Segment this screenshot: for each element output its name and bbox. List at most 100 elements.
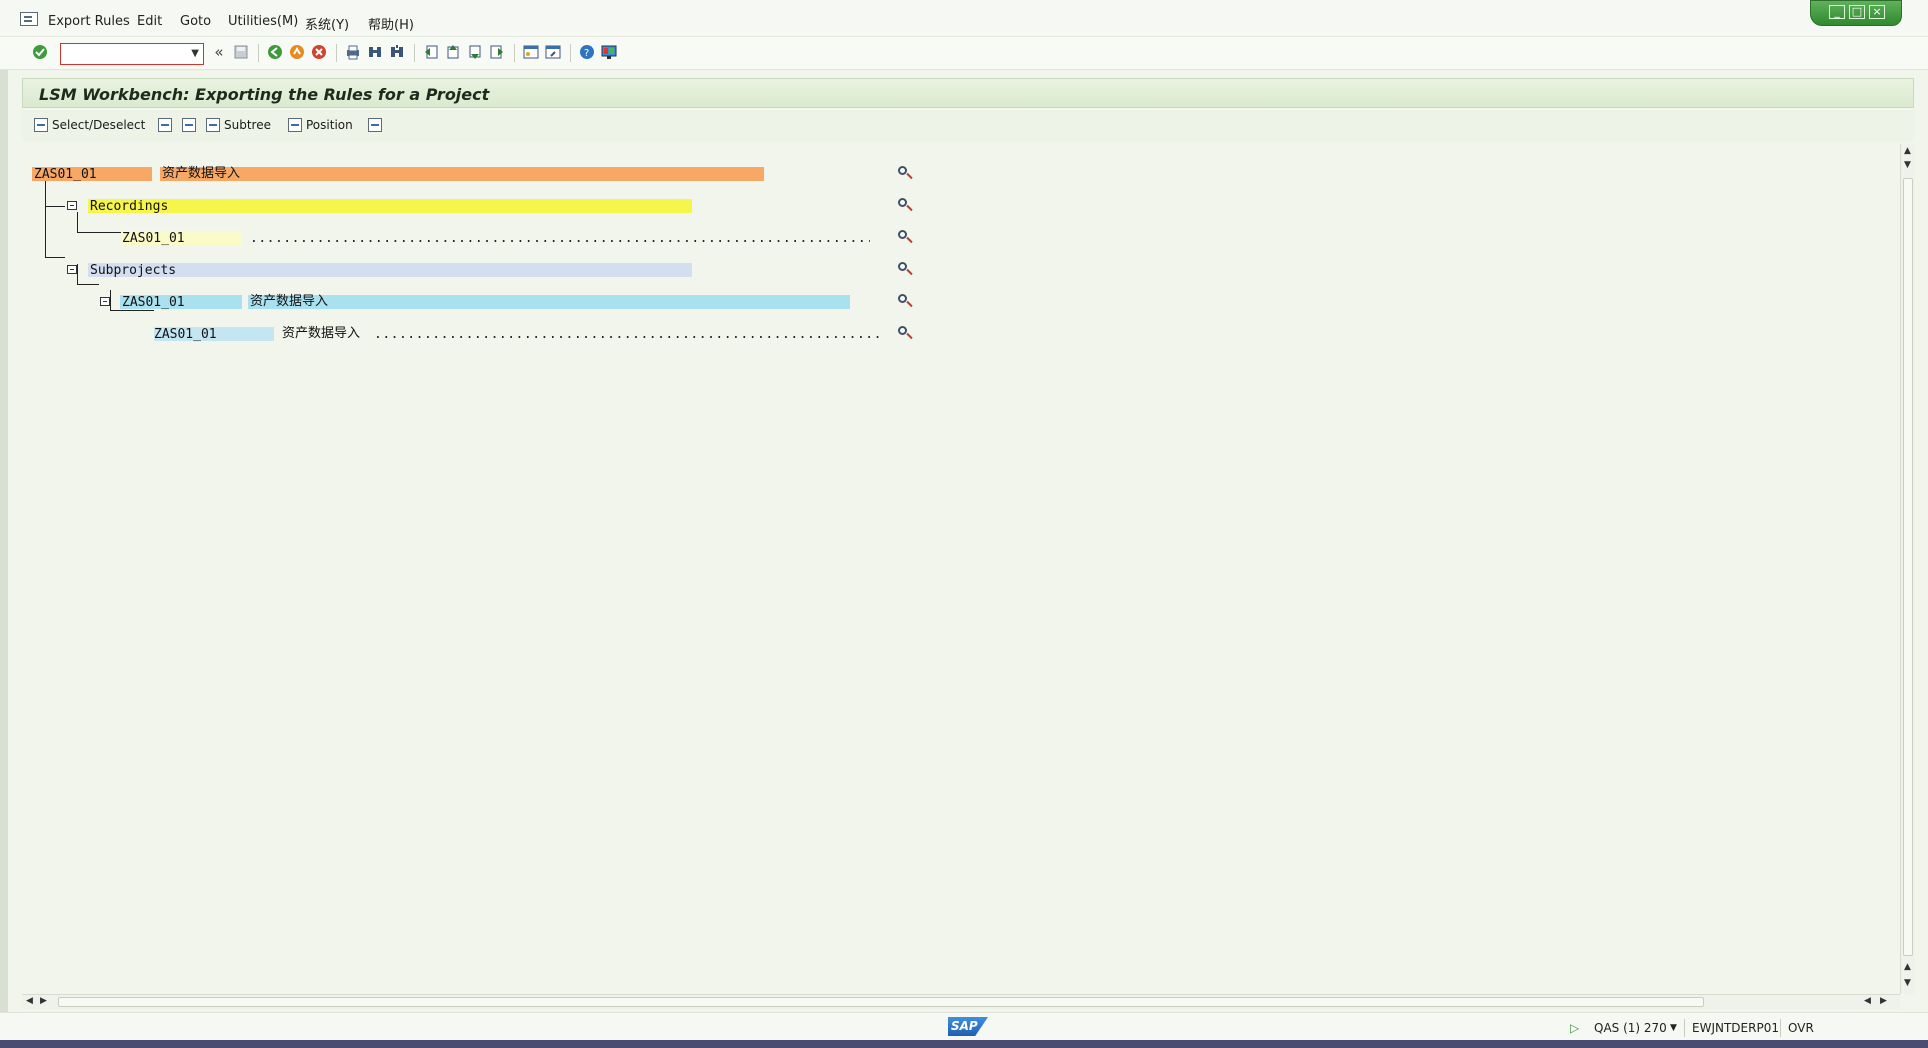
menu-edit[interactable]: Edit <box>137 14 162 29</box>
tree-connector <box>77 232 121 233</box>
recording-code: ZAS01_01 <box>122 231 185 246</box>
tree-connector <box>77 284 99 285</box>
tree-connector <box>77 212 78 232</box>
leader-dots: ........................................… <box>374 327 884 342</box>
server-name: EWJNTDERP01 <box>1692 1021 1779 1035</box>
collapse-all-button[interactable] <box>182 118 196 132</box>
tree-connector <box>77 264 78 284</box>
horizontal-scrollbar[interactable]: ◀ ▶ ◀ ▶ <box>22 994 1900 1009</box>
find-icon[interactable] <box>366 43 384 61</box>
detail-icon[interactable] <box>898 198 914 214</box>
menu-help[interactable]: 帮助(H) <box>368 14 414 33</box>
expand-all-button[interactable] <box>158 118 172 132</box>
taskbar-strip <box>0 1040 1928 1048</box>
tree-connector <box>45 180 46 257</box>
system-info: QAS (1) 270 <box>1594 1021 1667 1035</box>
scroll-left-icon[interactable]: ◀ <box>1864 996 1871 1006</box>
tree-connector <box>45 257 65 258</box>
minimize-icon[interactable]: _ <box>1829 5 1845 19</box>
scroll-up-icon[interactable]: ▼ <box>1904 160 1911 170</box>
maximize-icon[interactable]: □ <box>1849 5 1865 19</box>
status-separator <box>1780 1019 1781 1037</box>
collapse-all-icon <box>182 118 196 132</box>
scroll-up-icon[interactable]: ▲ <box>1904 962 1911 972</box>
toolbar-separator <box>514 44 515 62</box>
enter-icon[interactable] <box>31 43 49 61</box>
detail-icon[interactable] <box>898 262 914 278</box>
menu-export-rules[interactable]: Export Rules <box>48 14 130 29</box>
status-separator <box>1684 1019 1685 1037</box>
detail-icon[interactable] <box>898 294 914 310</box>
subproject-code: ZAS01_01 <box>122 295 185 310</box>
menu-bar: Export Rules Edit Goto Utilities(M) 系统(Y… <box>0 0 1928 37</box>
create-shortcut-icon[interactable] <box>544 43 562 61</box>
select-icon <box>34 118 48 132</box>
export-button[interactable] <box>368 118 382 132</box>
toolbar-separator <box>570 44 571 62</box>
chevron-down-icon[interactable]: ▼ <box>1670 1023 1677 1033</box>
customize-layout-icon[interactable] <box>600 43 618 61</box>
chevron-down-icon[interactable]: ▼ <box>191 48 199 59</box>
subtree-label: Subtree <box>224 118 271 132</box>
first-page-icon[interactable] <box>422 43 440 61</box>
vertical-scrollbar[interactable]: ▲ ▼ ▲ ▼ <box>1900 144 1915 994</box>
position-button[interactable]: Position <box>288 118 353 132</box>
system-toolbar: ▼ « ? <box>0 37 1928 70</box>
close-icon[interactable]: × <box>1869 5 1885 19</box>
recordings-label: Recordings <box>90 199 169 214</box>
horizontal-scroll-thumb[interactable] <box>58 997 1704 1007</box>
vertical-scroll-thumb[interactable] <box>1903 178 1913 956</box>
subprojects-label: Subprojects <box>90 263 177 278</box>
last-page-icon[interactable] <box>488 43 506 61</box>
help-icon[interactable]: ? <box>578 43 596 61</box>
scroll-right-icon[interactable]: ▶ <box>40 996 47 1006</box>
back-icon[interactable] <box>266 43 284 61</box>
new-session-icon[interactable] <box>522 43 540 61</box>
project-desc-highlight <box>160 167 764 181</box>
detail-icon[interactable] <box>898 230 914 246</box>
select-deselect-label: Select/Deselect <box>52 118 146 132</box>
application-toolbar: Select/Deselect Subtree Position <box>22 110 1914 143</box>
subproject-desc-highlight <box>248 295 850 309</box>
collapse-icon[interactable] <box>67 201 77 210</box>
position-label: Position <box>306 118 353 132</box>
status-bar: SAP ▷ QAS (1) 270 ▼ EWJNTDERP01 OVR <box>0 1012 1928 1041</box>
page-title: LSM Workbench: Exporting the Rules for a… <box>39 85 490 104</box>
command-field[interactable]: ▼ <box>60 43 204 65</box>
title-bar: LSM Workbench: Exporting the Rules for a… <box>22 78 1914 108</box>
scroll-right-icon[interactable]: ▶ <box>1880 996 1887 1006</box>
menu-utilities[interactable]: Utilities(M) <box>228 14 298 29</box>
subproject-child-desc: 资产数据导入 <box>282 326 361 341</box>
insert-mode: OVR <box>1788 1021 1814 1035</box>
save-icon[interactable] <box>232 43 250 61</box>
project-code: ZAS01_01 <box>34 167 97 182</box>
select-deselect-button[interactable]: Select/Deselect <box>34 118 145 132</box>
menu-system[interactable]: 系统(Y) <box>305 14 349 33</box>
status-expand-icon[interactable]: ▷ <box>1570 1021 1579 1035</box>
subproject-desc: 资产数据导入 <box>250 294 329 309</box>
scroll-up-icon[interactable]: ▲ <box>1904 146 1911 156</box>
command-input[interactable] <box>61 44 187 64</box>
toolbar-separator <box>336 44 337 62</box>
next-page-icon[interactable] <box>466 43 484 61</box>
scroll-down-icon[interactable]: ▼ <box>1904 978 1911 988</box>
scroll-left-icon[interactable]: ◀ <box>26 996 33 1006</box>
tree-connector <box>110 290 111 310</box>
cancel-icon[interactable] <box>310 43 328 61</box>
previous-page-icon[interactable] <box>444 43 462 61</box>
detail-icon[interactable] <box>898 326 914 342</box>
print-icon[interactable] <box>344 43 362 61</box>
detail-icon[interactable] <box>898 166 914 182</box>
collapse-icon[interactable] <box>67 265 77 274</box>
window-controls: _ □ × <box>1810 0 1902 26</box>
subproject-child-code: ZAS01_01 <box>154 327 217 342</box>
exit-icon[interactable] <box>288 43 306 61</box>
position-icon <box>288 118 302 132</box>
collapse-icon[interactable] <box>100 297 110 306</box>
subtree-button[interactable]: Subtree <box>206 118 271 132</box>
menu-goto[interactable]: Goto <box>180 14 211 29</box>
command-history-icon[interactable]: « <box>210 43 228 61</box>
tree-area: ZAS01_01 资产数据导入 Recordings ZAS01_01 ....… <box>22 142 1914 994</box>
find-next-icon[interactable] <box>388 43 406 61</box>
menu-options-icon[interactable] <box>20 12 38 26</box>
